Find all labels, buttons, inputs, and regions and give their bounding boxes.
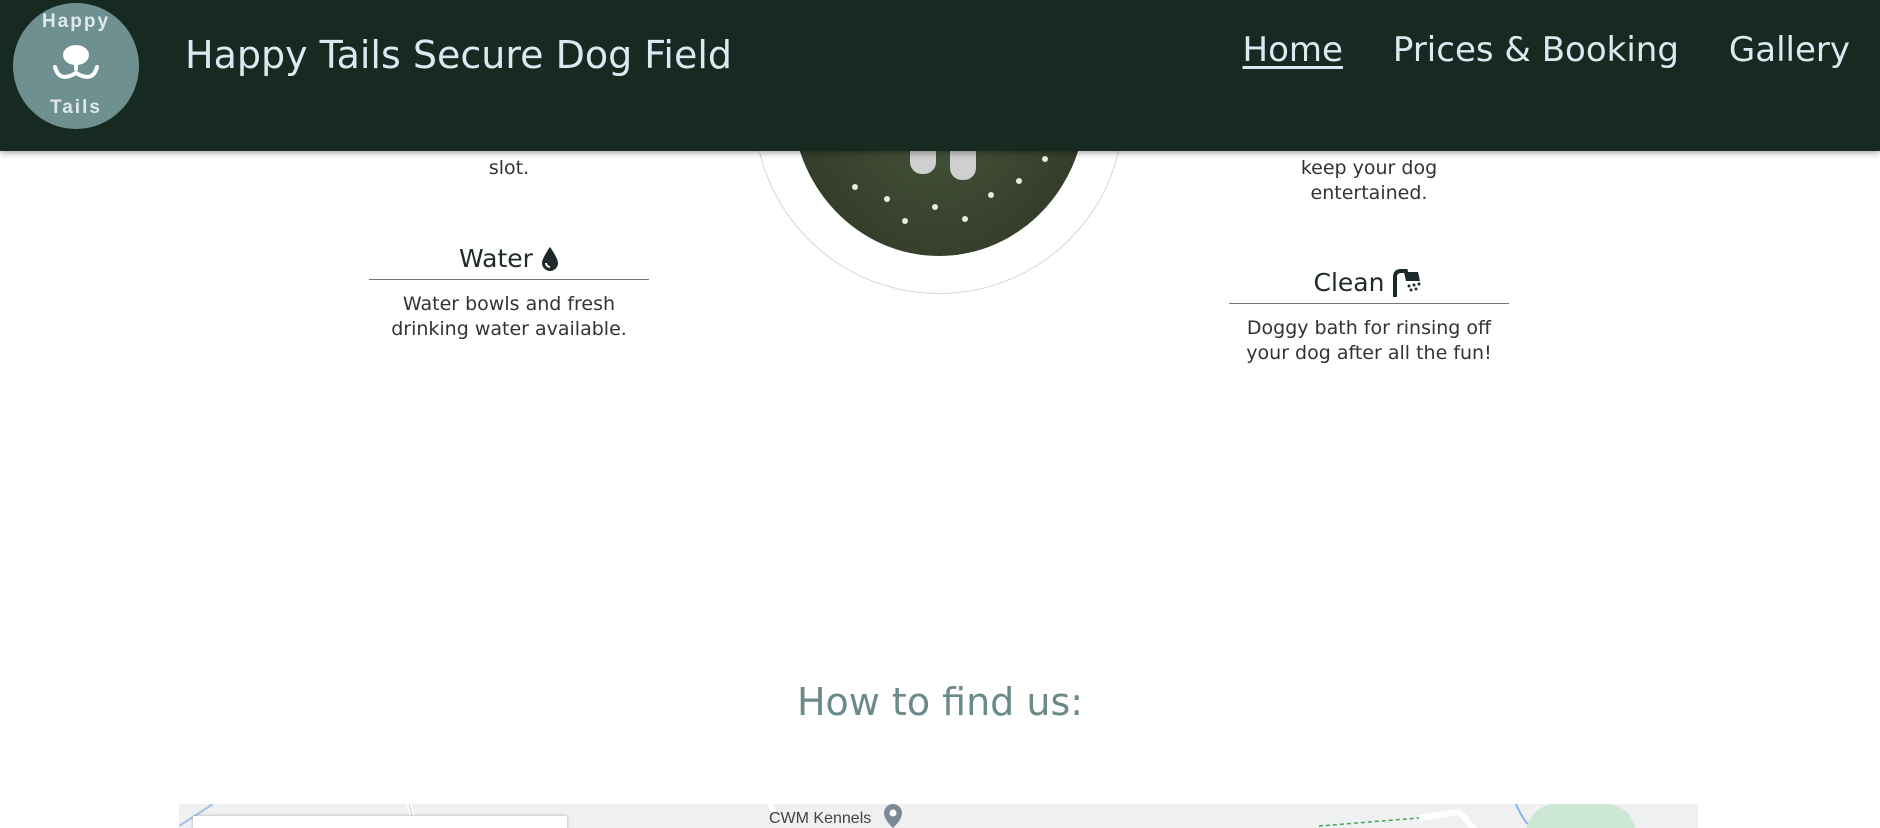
clover-flower	[932, 204, 938, 210]
feature-left-partial: slot.	[369, 156, 649, 181]
shower-icon	[1393, 268, 1421, 297]
clover-flower	[1016, 178, 1022, 184]
clover-flower	[902, 218, 908, 224]
feature-description: Water bowls and fresh drinking water ava…	[391, 293, 627, 340]
feature-clean: Clean Doggy bath for rinsing off your do…	[1229, 268, 1509, 366]
site-header: Happy Tails Happy Tails Secure Dog Field…	[0, 0, 1880, 151]
feature-title-text: Water	[459, 244, 533, 273]
logo-text-top: Happy	[41, 11, 111, 32]
location-map[interactable]: CWM Kennels	[179, 804, 1698, 828]
feature-title: Water	[369, 244, 649, 280]
map-pin-icon[interactable]	[882, 804, 904, 828]
feature-right-partial: keep your dog entertained.	[1229, 156, 1509, 206]
feature-partial-text: entertained.	[1310, 182, 1428, 204]
feature-title: Clean	[1229, 268, 1509, 304]
clover-flower	[988, 192, 994, 198]
nav-home[interactable]: Home	[1243, 30, 1343, 70]
feature-partial-text: keep your dog	[1300, 157, 1438, 179]
nav-gallery[interactable]: Gallery	[1729, 30, 1850, 70]
find-us-heading: How to find us:	[796, 680, 1084, 724]
logo-text-bottom: Tails	[50, 97, 102, 118]
map-place-label[interactable]: CWM Kennels	[769, 810, 871, 828]
water-drop-icon	[541, 246, 558, 271]
map-park-area	[1526, 804, 1636, 828]
main-nav: Home Prices & Booking Gallery	[1243, 30, 1850, 70]
dog-nose-icon	[53, 45, 99, 79]
nav-prices-booking[interactable]: Prices & Booking	[1393, 30, 1679, 70]
clover-flower	[852, 184, 858, 190]
feature-title-text: Clean	[1313, 268, 1385, 297]
map-info-card[interactable]	[193, 816, 567, 828]
site-logo[interactable]: Happy Tails	[13, 3, 139, 129]
clover-flower	[884, 196, 890, 202]
feature-partial-text: slot.	[488, 157, 530, 179]
feature-water: Water Water bowls and fresh drinking wat…	[369, 244, 649, 342]
site-title: Happy Tails Secure Dog Field	[185, 33, 733, 77]
clover-flower	[1042, 156, 1048, 162]
clover-flower	[962, 216, 968, 222]
feature-description: Doggy bath for rinsing off your dog afte…	[1246, 317, 1492, 364]
